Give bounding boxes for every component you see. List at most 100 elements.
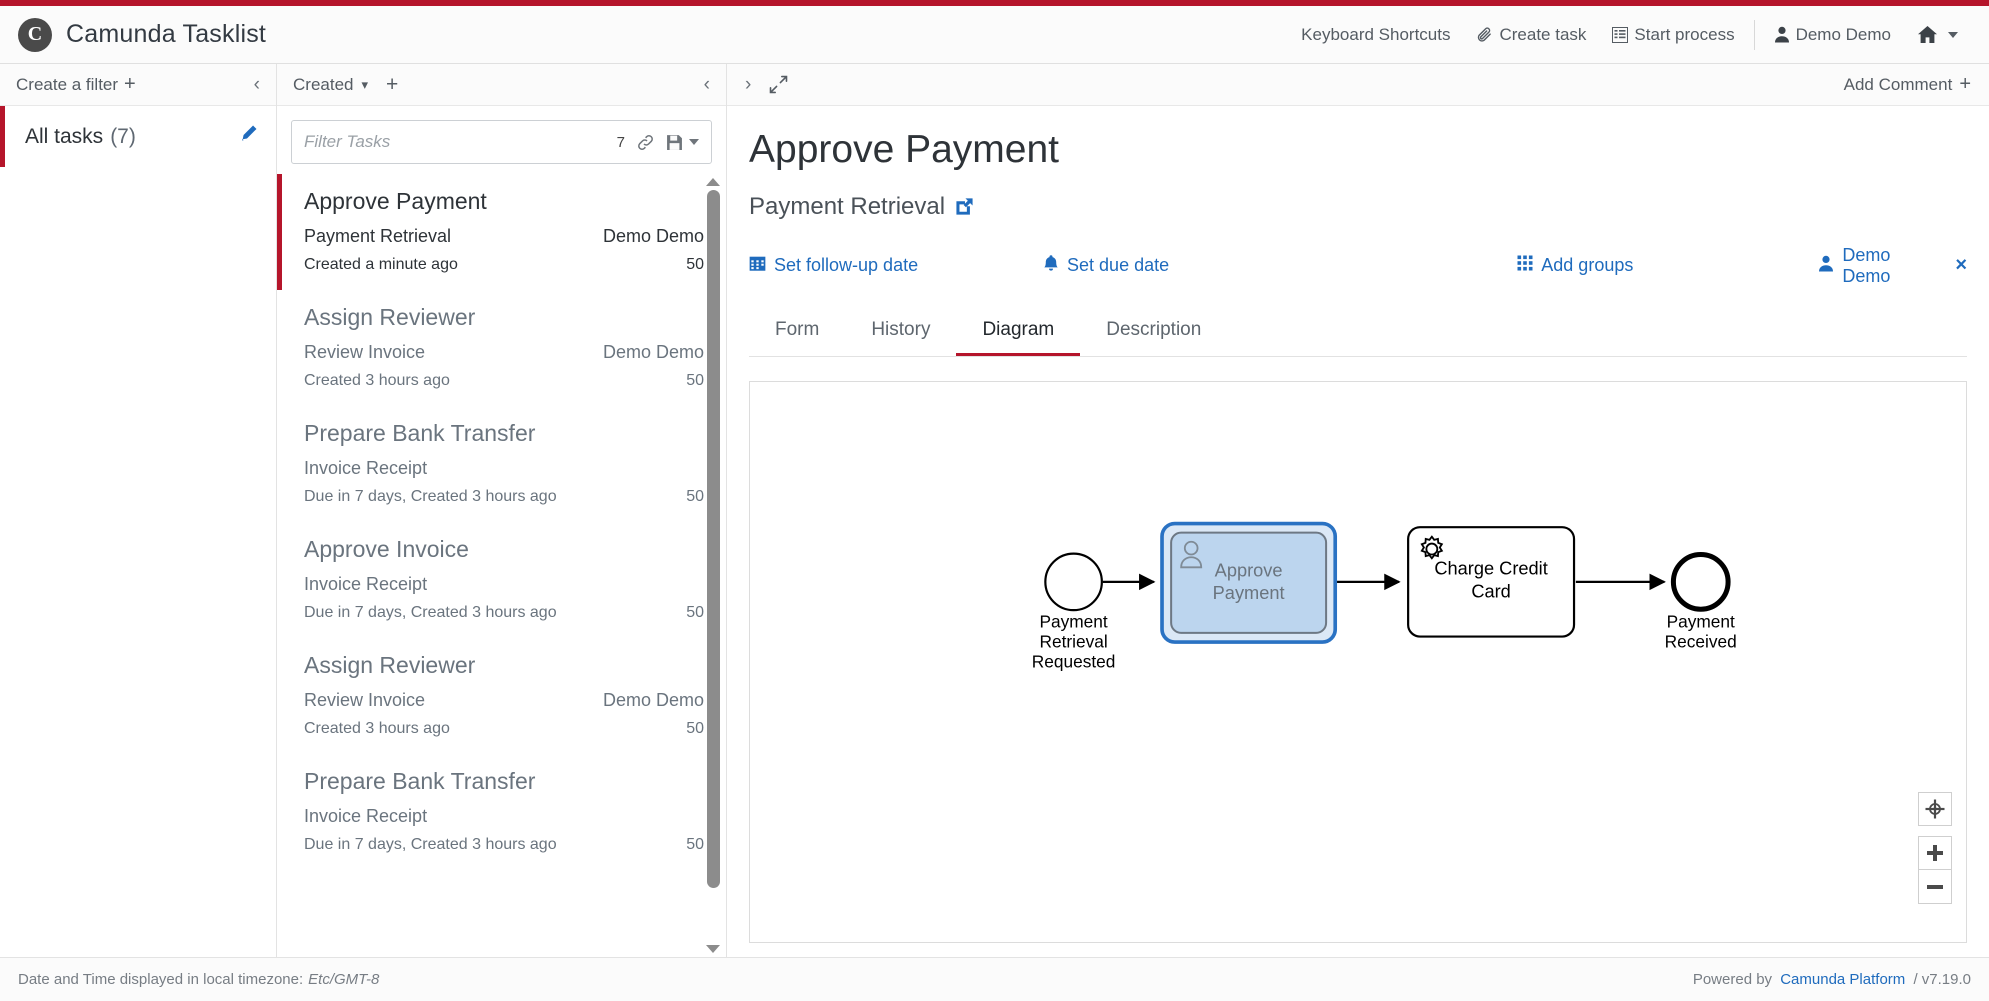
sort-by-label[interactable]: Created [293, 75, 353, 95]
tab-form[interactable]: Form [749, 311, 845, 356]
task-item-priority: 50 [686, 372, 704, 389]
filter-name-label: All tasks [25, 124, 104, 148]
user-menu-button[interactable]: Demo Demo [1761, 25, 1904, 45]
task-item-meta: Due in 7 days, Created 3 hours ago [304, 604, 557, 621]
save-filter-icon[interactable] [666, 134, 699, 151]
tasklist-header: Created ▾ + ‹ [277, 64, 726, 106]
task-detail-panel: › Add Comment + Approve Payment Payment … [727, 64, 1989, 957]
bpmn-start-event[interactable] [1044, 552, 1103, 612]
task-item-process: Review Invoice [304, 342, 426, 362]
filter-tasks-wrap: 7 [277, 106, 726, 174]
task-item-process: Payment Retrieval [304, 226, 452, 246]
page-title: Approve Payment [749, 128, 1060, 171]
assignee-user-icon [1818, 255, 1834, 277]
task-list-item[interactable]: Prepare Bank Transfer Invoice Receipt Due … [277, 754, 726, 870]
edit-filter-pencil-icon[interactable] [239, 124, 258, 149]
save-chevron-down-icon [689, 139, 699, 145]
zoom-in-out-group [1918, 836, 1952, 904]
task-list-item[interactable]: Approve Payment Payment Retrieval Demo Dem… [277, 174, 726, 290]
create-filter-label[interactable]: Create a filter [16, 75, 118, 95]
user-name-label: Demo Demo [1795, 24, 1891, 44]
set-due-date-button[interactable]: Set due date [1043, 254, 1517, 277]
bpmn-user-task-label-2: Payment [1213, 582, 1285, 603]
keyboard-shortcuts-button[interactable]: Keyboard Shortcuts [1288, 25, 1463, 45]
home-icon [1917, 25, 1938, 44]
scrollbar-track[interactable] [706, 190, 720, 941]
task-item-priority: 50 [686, 256, 704, 273]
tab-diagram[interactable]: Diagram [956, 311, 1081, 356]
process-definition-line: Payment Retrieval [749, 193, 1967, 221]
task-item-title: Approve Invoice [304, 536, 469, 562]
task-item-assignee: Demo Demo [602, 342, 704, 362]
bpmn-svg: Payment Retrieval Requested Approve Paym… [1032, 521, 1737, 671]
chevron-down-icon [1948, 31, 1958, 38]
camunda-platform-link[interactable]: Camunda Platform [1780, 971, 1905, 988]
task-list-item[interactable]: Assign Reviewer Review Invoice Demo Demo Cr… [277, 290, 726, 406]
link-icon[interactable] [636, 133, 655, 152]
bpmn-start-event-label-2: Retrieval [1039, 631, 1107, 651]
zoom-out-button[interactable] [1918, 870, 1952, 904]
create-filter-plus-icon[interactable]: + [124, 73, 136, 96]
groups-grid-icon [1517, 255, 1533, 276]
scrollbar-thumb[interactable] [706, 190, 720, 889]
expand-tasklist-chevron-right-icon[interactable]: › [745, 75, 751, 94]
add-comment-label: Add Comment [1843, 74, 1953, 94]
bpmn-user-task-label-1: Approve [1215, 559, 1283, 580]
task-list-item[interactable]: Prepare Bank Transfer Invoice Receipt Due … [277, 406, 726, 522]
tasklist-app: C Camunda Tasklist Keyboard Shortcuts Cr… [0, 0, 1989, 1001]
home-menu-button[interactable] [1904, 25, 1971, 44]
detail-header: › Add Comment + [727, 64, 1989, 106]
assignee-chip[interactable]: Demo Demo × [1818, 245, 1967, 287]
paperclip-icon [1476, 26, 1493, 43]
tab-history[interactable]: History [845, 311, 956, 356]
task-item-meta-row: Due in 7 days, Created 3 hours ago 50 [304, 595, 704, 622]
bpmn-service-task-label-2: Card [1471, 580, 1511, 601]
collapse-tasklist-chevron-left-icon[interactable]: ‹ [704, 75, 710, 94]
tab-description[interactable]: Description [1080, 311, 1227, 356]
external-link-icon[interactable] [955, 197, 974, 216]
bpmn-end-event[interactable] [1670, 551, 1731, 612]
sidebar-item-all-tasks[interactable]: All tasks (7) [0, 106, 276, 167]
task-item-meta-row: Created 3 hours ago 50 [304, 363, 704, 390]
create-task-button[interactable]: Create task [1463, 25, 1599, 45]
bpmn-end-event-label-1: Payment [1667, 611, 1735, 631]
set-followup-date-label: Set follow-up date [774, 255, 919, 276]
add-sort-plus-icon[interactable]: + [386, 73, 398, 97]
start-process-button[interactable]: Start process [1599, 25, 1747, 45]
search-input[interactable] [304, 132, 617, 152]
bpmn-canvas[interactable]: Payment Retrieval Requested Approve Paym… [750, 382, 1966, 942]
app-footer: Date and Time displayed in local timezon… [0, 957, 1989, 1001]
task-item-meta-row: Due in 7 days, Created 3 hours ago 50 [304, 827, 704, 854]
task-item-title: Assign Reviewer [304, 652, 476, 678]
task-list-item[interactable]: Approve Invoice Invoice Receipt Due in 7 d… [277, 522, 726, 638]
user-icon [1774, 26, 1790, 43]
bpmn-diagram-panel[interactable]: Payment Retrieval Requested Approve Paym… [749, 380, 1967, 943]
scroll-up-arrow-icon[interactable] [706, 178, 720, 186]
reset-viewport-button[interactable] [1918, 792, 1952, 826]
set-followup-date-button[interactable]: Set follow-up date [749, 255, 1043, 277]
task-item-priority: 50 [686, 720, 704, 737]
tasks-scroll-area: Approve Payment Payment Retrieval Demo Dem… [277, 174, 726, 957]
keyboard-shortcuts-label: Keyboard Shortcuts [1301, 24, 1451, 44]
add-comment-button[interactable]: Add Comment + [1844, 73, 1971, 96]
task-item-title: Assign Reviewer [304, 304, 476, 330]
start-process-label: Start process [1634, 24, 1735, 44]
brand[interactable]: C Camunda Tasklist [18, 17, 266, 52]
bell-icon [1043, 254, 1059, 277]
sort-chevron-down-icon[interactable]: ▾ [361, 77, 368, 93]
collapse-filters-chevron-left-icon[interactable]: ‹ [254, 75, 260, 94]
fullscreen-expand-icon[interactable] [769, 75, 788, 94]
task-item-process-row: Review Invoice Demo Demo [304, 342, 704, 363]
header-divider [1753, 19, 1755, 50]
task-list-item[interactable]: Assign Reviewer Review Invoice Demo Demo Cr… [277, 638, 726, 754]
add-comment-plus-icon: + [1959, 73, 1971, 95]
remove-assignee-close-icon[interactable]: × [1955, 254, 1967, 277]
diagram-zoom-controls [1918, 792, 1952, 904]
add-groups-button[interactable]: Add groups [1517, 255, 1633, 276]
tasklist-scrollbar[interactable] [704, 174, 722, 957]
app-header: C Camunda Tasklist Keyboard Shortcuts Cr… [0, 6, 1989, 64]
timezone-value-label: Etc/GMT-8 [308, 971, 380, 988]
tasklist-panel: Created ▾ + ‹ 7 [277, 64, 727, 957]
zoom-in-button[interactable] [1918, 836, 1952, 870]
scroll-down-arrow-icon[interactable] [706, 945, 720, 953]
